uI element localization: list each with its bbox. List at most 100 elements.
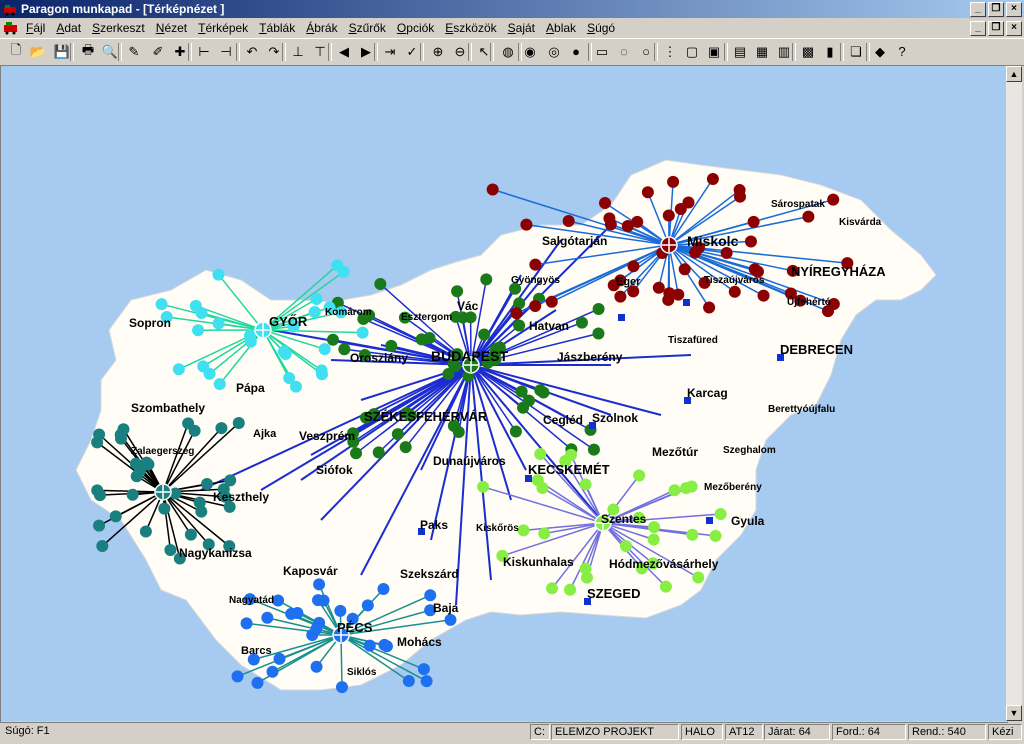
- restore-button[interactable]: ❐: [988, 2, 1004, 17]
- rect-select-icon[interactable]: ▭: [592, 42, 612, 61]
- budapest-stop[interactable]: [534, 384, 547, 397]
- gyor-stop[interactable]: [243, 329, 256, 342]
- szentes-stop[interactable]: [536, 482, 549, 495]
- pecs-stop[interactable]: [420, 675, 433, 688]
- budapest-stop[interactable]: [391, 428, 404, 441]
- budapest-stop[interactable]: [399, 441, 412, 454]
- miskolc-stop[interactable]: [529, 258, 542, 271]
- gyor-stop[interactable]: [195, 306, 208, 319]
- budapest-stop[interactable]: [374, 278, 387, 291]
- new-icon[interactable]: 🗋: [6, 42, 26, 61]
- gyor-stop[interactable]: [315, 368, 328, 381]
- document-icon[interactable]: [3, 21, 19, 35]
- budapest-stop[interactable]: [480, 273, 493, 286]
- pecs-stop[interactable]: [363, 639, 376, 652]
- select-all-icon[interactable]: ▣: [704, 42, 724, 61]
- pecs-stop[interactable]: [310, 660, 323, 673]
- gyor-stop[interactable]: [310, 292, 323, 305]
- menu-item[interactable]: Súgó: [587, 21, 615, 35]
- szombathely-stop[interactable]: [126, 488, 139, 501]
- szentes-stop[interactable]: [648, 521, 661, 534]
- miskolc-stop[interactable]: [757, 289, 770, 302]
- miskolc-stop[interactable]: [678, 263, 691, 276]
- merge-icon[interactable]: ⊤: [310, 42, 330, 61]
- grid-icon[interactable]: ▩: [798, 42, 818, 61]
- gyor-stop[interactable]: [279, 347, 292, 360]
- hungary-map[interactable]: Salgótarján Sopron GYŐR Komárom Vác Hatvan Mis…: [1, 66, 1006, 721]
- gyor-stop[interactable]: [203, 367, 216, 380]
- menu-item[interactable]: Eszközök: [445, 21, 496, 35]
- scroll-up-button[interactable]: ▲: [1006, 66, 1022, 82]
- szombathely-stop[interactable]: [114, 432, 127, 445]
- pecs-stop[interactable]: [335, 681, 348, 694]
- link2-icon[interactable]: ⊣: [216, 42, 236, 61]
- doc-restore-button[interactable]: ❐: [988, 21, 1004, 36]
- budapest-stop[interactable]: [592, 303, 605, 316]
- pecs-stop[interactable]: [402, 675, 415, 688]
- szentes-stop[interactable]: [686, 528, 699, 541]
- pecs-stop[interactable]: [240, 617, 253, 630]
- save-icon[interactable]: 💾: [52, 42, 72, 61]
- budapest-stop[interactable]: [587, 443, 600, 456]
- miskolc-stop[interactable]: [652, 281, 665, 294]
- szombathely-stop[interactable]: [184, 528, 197, 541]
- pecs-stop[interactable]: [361, 599, 374, 612]
- gyor-stop[interactable]: [212, 317, 225, 330]
- miskolc-stop[interactable]: [747, 215, 760, 228]
- split-icon[interactable]: ⊥: [288, 42, 308, 61]
- pecs-stop[interactable]: [444, 613, 457, 626]
- select-none-icon[interactable]: ▢: [682, 42, 702, 61]
- map-view[interactable]: Salgótarján Sopron GYŐR Komárom Vác Hatvan Mis…: [1, 66, 1006, 721]
- menu-item[interactable]: Fájl: [26, 21, 45, 35]
- scroll-down-button[interactable]: ▼: [1006, 705, 1022, 721]
- layers-icon[interactable]: ❏: [846, 42, 866, 61]
- szombathely-stop[interactable]: [93, 519, 106, 532]
- szentes-stop[interactable]: [709, 529, 722, 542]
- menu-item[interactable]: Nézet: [156, 21, 187, 35]
- szentes-stop[interactable]: [659, 580, 672, 593]
- budapest-stop[interactable]: [326, 333, 339, 346]
- miskolc-stop[interactable]: [599, 197, 611, 210]
- miskolc-stop[interactable]: [520, 218, 533, 231]
- menu-item[interactable]: Táblák: [259, 21, 295, 35]
- gyor-stop[interactable]: [213, 378, 226, 391]
- pecs-stop[interactable]: [424, 589, 437, 602]
- szombathely-stop[interactable]: [109, 510, 122, 523]
- pecs-stop[interactable]: [251, 676, 264, 689]
- zoom-in-icon[interactable]: ⊕: [428, 42, 448, 61]
- budapest-stop[interactable]: [350, 447, 363, 460]
- table2-icon[interactable]: ▦: [752, 42, 772, 61]
- budapest-stop[interactable]: [415, 333, 428, 346]
- table3-icon[interactable]: ▥: [774, 42, 794, 61]
- szentes-stop[interactable]: [633, 469, 646, 482]
- menu-item[interactable]: Szerkeszt: [92, 21, 145, 35]
- globe-icon[interactable]: ◍: [498, 42, 518, 61]
- szombathely-stop[interactable]: [232, 417, 245, 430]
- szentes-stop[interactable]: [668, 484, 681, 497]
- szentes-stop[interactable]: [546, 582, 559, 595]
- pecs-stop[interactable]: [317, 594, 330, 607]
- szombathely-stop[interactable]: [201, 478, 214, 491]
- budapest-stop[interactable]: [338, 343, 351, 356]
- gyor-stop[interactable]: [155, 298, 168, 311]
- undo-icon[interactable]: ↶: [242, 42, 262, 61]
- miskolc-stop[interactable]: [545, 295, 558, 308]
- menu-item[interactable]: Ablak: [546, 21, 576, 35]
- szentes-stop[interactable]: [538, 527, 551, 540]
- pecs-stop[interactable]: [377, 583, 390, 596]
- miskolc-stop[interactable]: [734, 190, 747, 203]
- miskolc-stop[interactable]: [744, 235, 757, 248]
- circle-select-icon[interactable]: ○: [636, 42, 656, 61]
- budapest-stop[interactable]: [522, 394, 535, 407]
- gyor-stop[interactable]: [283, 372, 296, 385]
- pecs-stop[interactable]: [417, 663, 430, 676]
- szombathely-stop[interactable]: [182, 417, 195, 430]
- budapest-stop[interactable]: [509, 425, 522, 438]
- edit-icon[interactable]: ✎: [124, 42, 144, 61]
- minimize-button[interactable]: _: [970, 2, 986, 17]
- table-icon[interactable]: ▤: [730, 42, 750, 61]
- select-col-icon[interactable]: ⋮: [660, 42, 680, 61]
- menu-item[interactable]: Adat: [56, 21, 81, 35]
- gyor-stop[interactable]: [318, 343, 331, 356]
- menu-item[interactable]: Opciók: [397, 21, 434, 35]
